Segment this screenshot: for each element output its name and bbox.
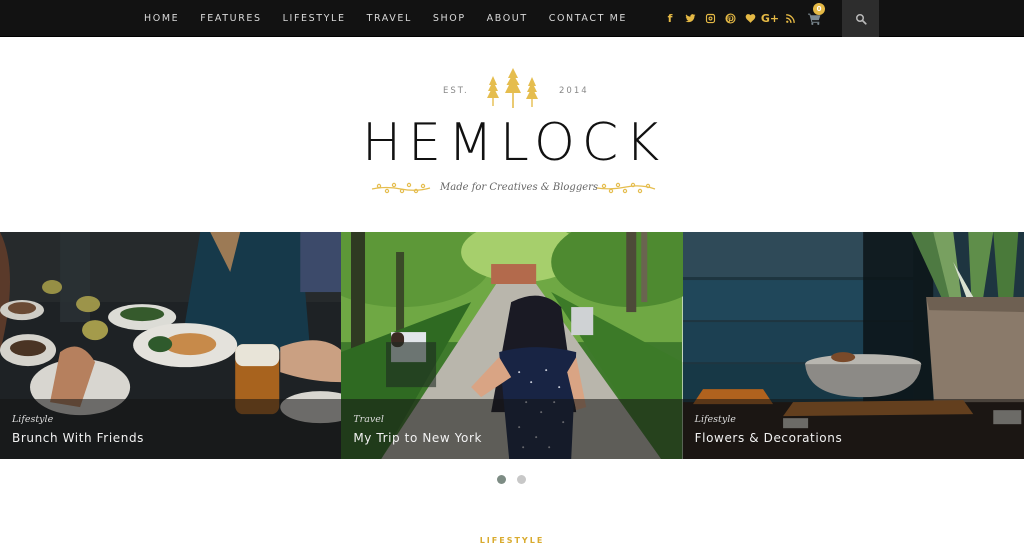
pine-trees-icon: [487, 68, 538, 108]
twitter-icon[interactable]: [680, 9, 700, 29]
slider-pagination: [497, 475, 537, 484]
search-button[interactable]: [842, 0, 879, 37]
cart-count-badge: 0: [813, 2, 825, 15]
vine-ornament-left-icon: [371, 182, 431, 194]
rss-icon[interactable]: [780, 9, 800, 29]
site-logo[interactable]: HEMLOCK: [362, 110, 662, 176]
site-tagline: Made for Creatives & Bloggers: [440, 182, 599, 193]
logo-text: HEMLOCK: [362, 113, 667, 173]
slide-my-trip-to-new-york[interactable]: Travel My Trip to New York: [341, 232, 683, 459]
year-label: 2014: [559, 86, 589, 96]
slide-title[interactable]: Flowers & Decorations: [695, 431, 843, 445]
nav-travel[interactable]: TRAVEL: [367, 13, 412, 24]
slider-page-dot-2[interactable]: [517, 475, 526, 484]
cart-button[interactable]: 0: [804, 2, 825, 29]
slide-caption-overlay: [682, 399, 1024, 459]
nav-lifestyle[interactable]: LIFESTYLE: [283, 13, 346, 24]
search-icon: [855, 13, 867, 25]
google-plus-icon[interactable]: G+: [760, 9, 780, 29]
bloglovin-heart-icon[interactable]: [740, 9, 760, 29]
slide-caption-overlay: [0, 399, 342, 459]
nav-shop[interactable]: SHOP: [433, 13, 466, 24]
main-menu: HOME FEATURES LIFESTYLE TRAVEL SHOP ABOU…: [144, 0, 648, 37]
section-heading-lifestyle[interactable]: LIFESTYLE: [0, 536, 1024, 545]
facebook-icon[interactable]: f: [660, 9, 680, 29]
nav-contact-me[interactable]: CONTACT ME: [549, 13, 627, 24]
nav-about[interactable]: ABOUT: [487, 13, 528, 24]
slider-page-dot-1[interactable]: [497, 475, 506, 484]
slide-caption-overlay: [341, 399, 683, 459]
pinterest-icon[interactable]: [720, 9, 740, 29]
slide-flowers-and-decorations[interactable]: Lifestyle Flowers & Decorations: [682, 232, 1024, 459]
nav-features[interactable]: FEATURES: [200, 13, 261, 24]
slide-category[interactable]: Travel: [353, 414, 384, 425]
slide-title[interactable]: Brunch With Friends: [12, 431, 144, 445]
nav-home[interactable]: HOME: [144, 13, 179, 24]
top-navigation-bar: HOME FEATURES LIFESTYLE TRAVEL SHOP ABOU…: [0, 0, 1024, 37]
social-links: f G+ 0: [660, 0, 825, 37]
slide-category[interactable]: Lifestyle: [12, 414, 53, 425]
featured-slider: Lifestyle Brunch With Friends Travel My …: [0, 232, 1024, 459]
vine-ornament-right-icon: [596, 182, 656, 194]
instagram-icon[interactable]: [700, 9, 720, 29]
slide-title[interactable]: My Trip to New York: [353, 431, 482, 445]
slide-category[interactable]: Lifestyle: [695, 414, 736, 425]
slide-brunch-with-friends[interactable]: Lifestyle Brunch With Friends: [0, 232, 342, 459]
est-label: EST.: [443, 86, 469, 96]
